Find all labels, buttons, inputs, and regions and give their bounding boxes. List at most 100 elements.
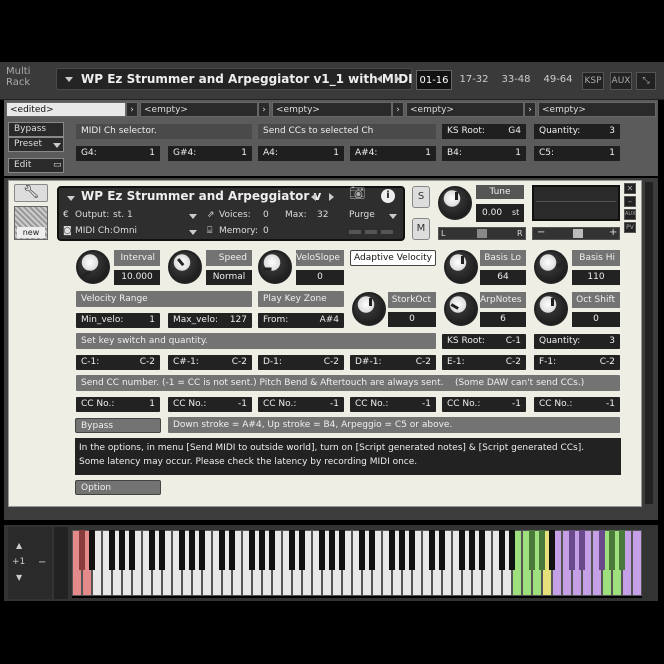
black-key[interactable] [499,530,505,570]
max-velo-field[interactable]: Max_velo: 127 [168,313,252,328]
midi-tab-01-16[interactable]: 01-16 [416,70,452,90]
black-key[interactable] [369,530,375,570]
black-key[interactable] [479,530,485,570]
script-tab-4[interactable]: <empty> [406,102,524,117]
veloslope-knob[interactable] [258,250,292,284]
midi-tab-17-32[interactable]: 17-32 [456,70,492,90]
midi-ch-g4[interactable]: G4: 1 [76,146,160,161]
black-key[interactable] [269,530,275,570]
black-key[interactable] [599,530,605,570]
ks-root-field[interactable]: KS Root: C-1 [442,334,526,349]
tab-arrow-icon[interactable]: › [392,102,404,117]
pv-icon[interactable]: PV [624,222,636,233]
black-key[interactable] [609,530,615,570]
ksp-button[interactable]: KSP [582,72,604,90]
storkoct-knob[interactable] [352,292,386,326]
black-key[interactable] [119,530,125,570]
black-key[interactable] [439,530,445,570]
midi-ch-gs4[interactable]: G#4: 1 [168,146,252,161]
purge-dropdown[interactable]: Purge [349,210,375,220]
option-button[interactable]: Option [75,480,161,495]
piano-keyboard[interactable] [72,530,642,598]
black-key[interactable] [299,530,305,570]
interval-knob[interactable] [76,250,110,284]
black-key[interactable] [189,530,195,570]
cc-number-field[interactable]: CC No.: 1 [76,397,160,412]
black-key[interactable] [329,530,335,570]
rack-title-dropdown[interactable]: WP Ez Strummer and Arpeggiator v1_1 with… [56,68,413,90]
chevron-down-icon[interactable] [389,214,397,219]
cc-number-field[interactable]: CC No.: -1 [258,397,344,412]
basis-lo-value[interactable]: 64 [480,270,526,285]
black-key[interactable] [179,530,185,570]
min-velo-field[interactable]: Min_velo: 1 [76,313,160,328]
instrument-icon[interactable]: new [14,206,48,240]
interval-value[interactable]: 10.000 [114,270,160,285]
solo-button[interactable]: S [412,186,430,208]
adaptive-velocity-button[interactable]: Adaptive Velocity [350,250,436,266]
collapse-icon[interactable]: ⤡ [636,72,656,90]
black-key[interactable] [249,530,255,570]
edit-button[interactable]: Edit ▭ [8,158,64,173]
black-key[interactable] [159,530,165,570]
black-key[interactable] [359,530,365,570]
black-key[interactable] [399,530,405,570]
black-key[interactable] [259,530,265,570]
script-ks-root[interactable]: KS Root: G4 [442,124,526,139]
instrument-name[interactable]: WP Ez Strummer and Arpeggiator v [81,189,321,203]
white-key[interactable] [632,530,642,596]
storkoct-value[interactable]: 0 [388,312,436,327]
black-key[interactable] [289,530,295,570]
veloslope-value[interactable]: 0 [296,270,344,285]
octshift-value[interactable]: 0 [572,312,620,327]
black-key[interactable] [509,530,515,570]
aux-icon[interactable]: AUX [624,209,636,220]
black-key[interactable] [89,530,95,570]
black-key[interactable] [469,530,475,570]
octshift-knob[interactable] [534,292,568,326]
mute-button[interactable]: M [412,218,430,240]
key-switch-field[interactable]: C#-1: C-2 [168,355,252,370]
tune-knob[interactable] [438,186,472,220]
script-tab-3[interactable]: <empty> [272,102,392,117]
black-key[interactable] [229,530,235,570]
pitch-wheel[interactable] [54,527,68,599]
prev-arrow-icon[interactable] [311,193,316,201]
black-key[interactable] [409,530,415,570]
midi-ch-a4[interactable]: A4: 1 [258,146,344,161]
info-icon[interactable]: i [381,189,395,203]
next-arrow-icon[interactable] [329,193,334,201]
from-field[interactable]: From: A#4 [258,313,344,328]
script-quantity[interactable]: Quantity: 3 [534,124,620,139]
black-key[interactable] [429,530,435,570]
chevron-down-icon[interactable] [67,196,75,201]
black-key[interactable] [199,530,205,570]
tab-arrow-icon[interactable]: › [258,102,270,117]
black-key[interactable] [79,530,85,570]
speed-knob[interactable] [168,250,202,284]
aux-button[interactable]: AUX [610,72,632,90]
tab-arrow-icon[interactable]: › [126,102,138,117]
prev-arrow-icon[interactable] [377,75,382,83]
script-tab-5[interactable]: <empty> [538,102,656,117]
black-key[interactable] [219,530,225,570]
wrench-icon[interactable]: 🔧︎ [14,184,48,202]
volume-handle[interactable] [573,229,583,238]
midi-value[interactable]: Omni [113,226,137,236]
octave-down-icon[interactable]: ▼ [16,573,22,582]
black-key[interactable] [529,530,535,570]
octave-up-icon[interactable]: ▲ [16,541,22,550]
midi-tab-49-64[interactable]: 49-64 [538,70,578,90]
midi-ch-c5[interactable]: C5: 1 [534,146,620,161]
bypass-toggle[interactable]: Bypass [75,418,161,433]
speed-value[interactable]: Normal [206,270,252,285]
black-key[interactable] [149,530,155,570]
next-arrow-icon[interactable] [395,75,400,83]
black-key[interactable] [339,530,345,570]
basis-lo-knob[interactable] [444,250,478,284]
arpnotes-knob[interactable] [444,292,478,326]
scrollbar[interactable] [645,182,653,504]
cc-number-field[interactable]: CC No.: -1 [442,397,526,412]
minus-icon[interactable]: − [38,557,46,568]
script-tab-1[interactable]: <edited> [6,102,126,117]
